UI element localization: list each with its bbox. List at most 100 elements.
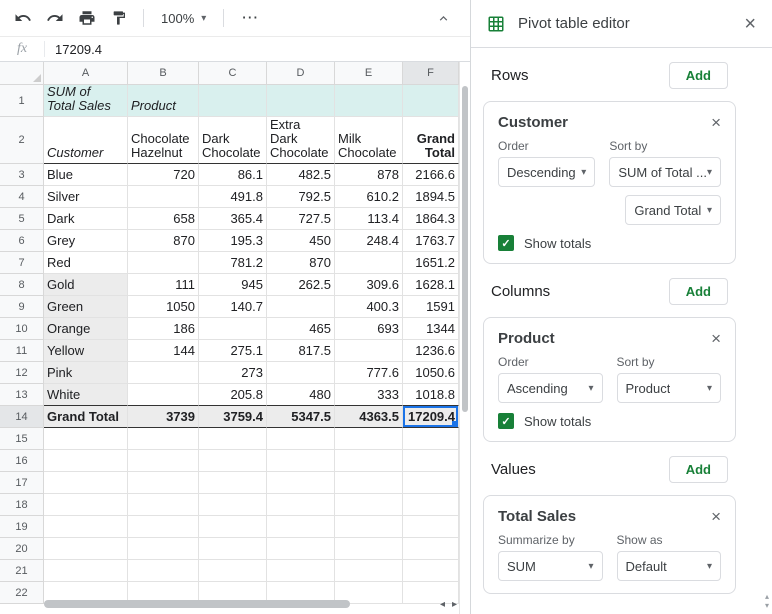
row-header-21[interactable]: 21 — [0, 560, 44, 582]
cell-E8[interactable]: 309.6 — [335, 274, 403, 296]
cell-F17[interactable] — [403, 472, 459, 494]
row-header-14[interactable]: 14 — [0, 406, 44, 428]
cell-C5[interactable]: 365.4 — [199, 208, 267, 230]
vertical-scrollbar-thumb[interactable] — [462, 86, 468, 412]
row-header-8[interactable]: 8 — [0, 274, 44, 296]
row-header-11[interactable]: 11 — [0, 340, 44, 362]
cell-A10[interactable]: Orange — [44, 318, 128, 340]
cell-F10[interactable]: 1344 — [403, 318, 459, 340]
cell-D12[interactable] — [267, 362, 335, 384]
cell-A15[interactable] — [44, 428, 128, 450]
select-all-button[interactable] — [0, 62, 44, 85]
cell-F2[interactable]: Grand Total — [403, 117, 459, 164]
cell-D21[interactable] — [267, 560, 335, 582]
cell-E18[interactable] — [335, 494, 403, 516]
fill-handle[interactable] — [452, 421, 458, 427]
cell-E17[interactable] — [335, 472, 403, 494]
show-as-dropdown[interactable]: Default ▾ — [616, 551, 721, 581]
cell-C16[interactable] — [199, 450, 267, 472]
cell-D20[interactable] — [267, 538, 335, 560]
cell-E10[interactable]: 693 — [335, 318, 403, 340]
cell-F15[interactable] — [403, 428, 459, 450]
cell-C7[interactable]: 781.2 — [199, 252, 267, 274]
cell-F1[interactable] — [403, 85, 459, 117]
cell-C8[interactable]: 945 — [199, 274, 267, 296]
cell-A11[interactable]: Yellow — [44, 340, 128, 362]
cell-B5[interactable]: 658 — [128, 208, 199, 230]
scroll-left-icon[interactable]: ◂ — [440, 600, 445, 610]
undo-button[interactable] — [8, 4, 38, 32]
cell-A9[interactable]: Green — [44, 296, 128, 318]
row-header-16[interactable]: 16 — [0, 450, 44, 472]
cell-E11[interactable] — [335, 340, 403, 362]
summarize-by-dropdown[interactable]: SUM ▾ — [498, 551, 603, 581]
cell-D16[interactable] — [267, 450, 335, 472]
horizontal-scrollbar-thumb[interactable] — [44, 600, 350, 608]
cell-D10[interactable]: 465 — [267, 318, 335, 340]
add-values-button[interactable]: Add — [668, 456, 728, 483]
cell-F12[interactable]: 1050.6 — [403, 362, 459, 384]
cell-A3[interactable]: Blue — [44, 164, 128, 186]
sort-by-secondary-dropdown[interactable]: Grand Total ▾ — [625, 195, 721, 225]
row-header-17[interactable]: 17 — [0, 472, 44, 494]
cell-A14[interactable]: Grand Total — [44, 406, 128, 428]
cell-A21[interactable] — [44, 560, 128, 582]
cell-D4[interactable]: 792.5 — [267, 186, 335, 208]
cell-F3[interactable]: 2166.6 — [403, 164, 459, 186]
cell-F21[interactable] — [403, 560, 459, 582]
cell-C13[interactable]: 205.8 — [199, 384, 267, 406]
row-header-19[interactable]: 19 — [0, 516, 44, 538]
cell-A2[interactable]: Customer — [44, 117, 128, 164]
sort-by-dropdown[interactable]: Product ▾ — [616, 373, 721, 403]
cell-B6[interactable]: 870 — [128, 230, 199, 252]
cell-E9[interactable]: 400.3 — [335, 296, 403, 318]
cell-E6[interactable]: 248.4 — [335, 230, 403, 252]
row-header-2[interactable]: 2 — [0, 117, 44, 164]
cell-B4[interactable] — [128, 186, 199, 208]
row-header-1[interactable]: 1 — [0, 85, 44, 117]
row-header-9[interactable]: 9 — [0, 296, 44, 318]
cell-A18[interactable] — [44, 494, 128, 516]
row-header-6[interactable]: 6 — [0, 230, 44, 252]
cell-B17[interactable] — [128, 472, 199, 494]
vertical-scrollbar[interactable] — [459, 62, 470, 614]
column-header-A[interactable]: A — [44, 62, 128, 85]
cell-B8[interactable]: 111 — [128, 274, 199, 296]
panel-scroll-arrows[interactable]: ▴ ▾ — [765, 593, 769, 610]
column-header-B[interactable]: B — [128, 62, 199, 85]
cell-C20[interactable] — [199, 538, 267, 560]
cell-A5[interactable]: Dark — [44, 208, 128, 230]
cell-E14[interactable]: 4363.5 — [335, 406, 403, 428]
selected-cell-F14[interactable]: 17209.4 — [403, 406, 459, 428]
cell-E20[interactable] — [335, 538, 403, 560]
cell-C3[interactable]: 86.1 — [199, 164, 267, 186]
row-header-15[interactable]: 15 — [0, 428, 44, 450]
cell-B13[interactable] — [128, 384, 199, 406]
cell-F20[interactable] — [403, 538, 459, 560]
cell-F9[interactable]: 1591 — [403, 296, 459, 318]
cell-E15[interactable] — [335, 428, 403, 450]
cell-E12[interactable]: 777.6 — [335, 362, 403, 384]
cell-A13[interactable]: White — [44, 384, 128, 406]
column-header-C[interactable]: C — [199, 62, 267, 85]
cell-B1[interactable]: Product — [128, 85, 199, 117]
cell-B12[interactable] — [128, 362, 199, 384]
cell-B20[interactable] — [128, 538, 199, 560]
paint-format-button[interactable] — [104, 4, 134, 32]
cell-F8[interactable]: 1628.1 — [403, 274, 459, 296]
cell-F18[interactable] — [403, 494, 459, 516]
cell-F4[interactable]: 1894.5 — [403, 186, 459, 208]
cell-C15[interactable] — [199, 428, 267, 450]
cell-A12[interactable]: Pink — [44, 362, 128, 384]
row-header-4[interactable]: 4 — [0, 186, 44, 208]
row-header-3[interactable]: 3 — [0, 164, 44, 186]
add-columns-button[interactable]: Add — [668, 278, 728, 305]
row-header-18[interactable]: 18 — [0, 494, 44, 516]
cell-D15[interactable] — [267, 428, 335, 450]
cell-C17[interactable] — [199, 472, 267, 494]
cell-D7[interactable]: 870 — [267, 252, 335, 274]
cell-F16[interactable] — [403, 450, 459, 472]
cell-E2[interactable]: Milk Chocolate — [335, 117, 403, 164]
sort-by-dropdown[interactable]: SUM of Total ... ▾ — [609, 157, 721, 187]
cell-F5[interactable]: 1864.3 — [403, 208, 459, 230]
